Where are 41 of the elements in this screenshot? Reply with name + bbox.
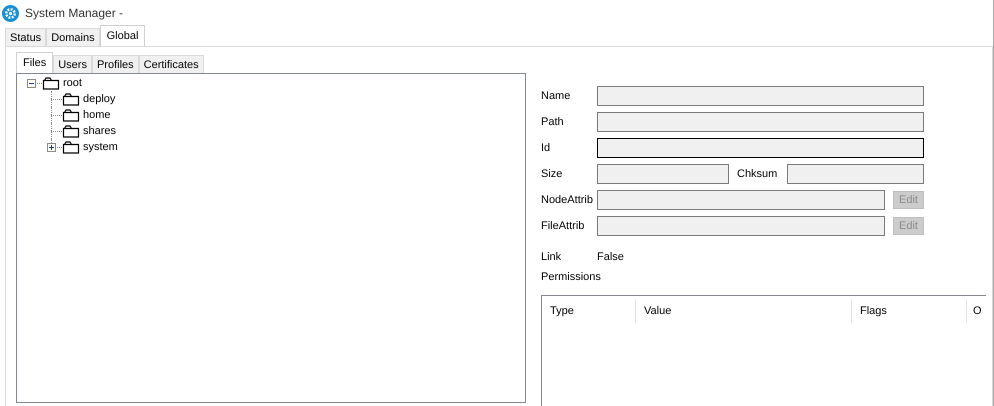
field-label: Id bbox=[541, 142, 552, 154]
tree-item[interactable]: shares bbox=[82, 125, 118, 137]
section-label: Permissions bbox=[541, 271, 601, 283]
column-header[interactable]: Type bbox=[542, 299, 636, 323]
text-field[interactable] bbox=[787, 164, 924, 184]
window-title: System Manager - bbox=[25, 6, 124, 20]
tab[interactable]: Files bbox=[16, 52, 54, 73]
expander-icon[interactable] bbox=[47, 143, 56, 152]
tree-item[interactable]: system bbox=[82, 141, 119, 153]
text-field[interactable] bbox=[597, 138, 924, 158]
field-label: Link bbox=[541, 251, 562, 263]
folder-icon bbox=[62, 108, 80, 122]
folder-icon bbox=[62, 92, 80, 106]
text-field[interactable] bbox=[597, 216, 885, 236]
field-label: Path bbox=[541, 116, 565, 128]
text-field[interactable] bbox=[597, 164, 729, 184]
tab[interactable]: Certificates bbox=[138, 55, 204, 73]
folder-icon bbox=[62, 124, 80, 138]
folder-icon bbox=[62, 140, 80, 154]
tab[interactable]: Domains bbox=[46, 28, 100, 46]
tab[interactable]: Users bbox=[53, 55, 92, 73]
link-value: False bbox=[597, 251, 624, 263]
text-field[interactable] bbox=[597, 190, 885, 210]
column-header[interactable]: Flags bbox=[852, 299, 967, 323]
text-field[interactable] bbox=[597, 112, 924, 132]
column-header[interactable]: O bbox=[967, 299, 986, 323]
tab[interactable]: Status bbox=[5, 28, 46, 46]
tree-item[interactable]: root bbox=[62, 77, 83, 89]
text-field[interactable] bbox=[597, 86, 924, 106]
field-label: Name bbox=[541, 90, 572, 102]
tree-item[interactable]: home bbox=[82, 109, 112, 121]
field-label: Size bbox=[541, 168, 564, 180]
expander-icon[interactable] bbox=[27, 79, 36, 88]
field-label: Chksum bbox=[736, 168, 778, 180]
column-header[interactable]: Value bbox=[636, 299, 852, 323]
tab[interactable]: Global bbox=[100, 25, 146, 46]
tree-item[interactable]: deploy bbox=[82, 93, 116, 105]
field-label: FileAttrib bbox=[541, 220, 586, 232]
tab[interactable]: Profiles bbox=[92, 55, 139, 73]
field-label: NodeAttrib bbox=[541, 194, 594, 206]
folder-icon bbox=[42, 76, 60, 90]
